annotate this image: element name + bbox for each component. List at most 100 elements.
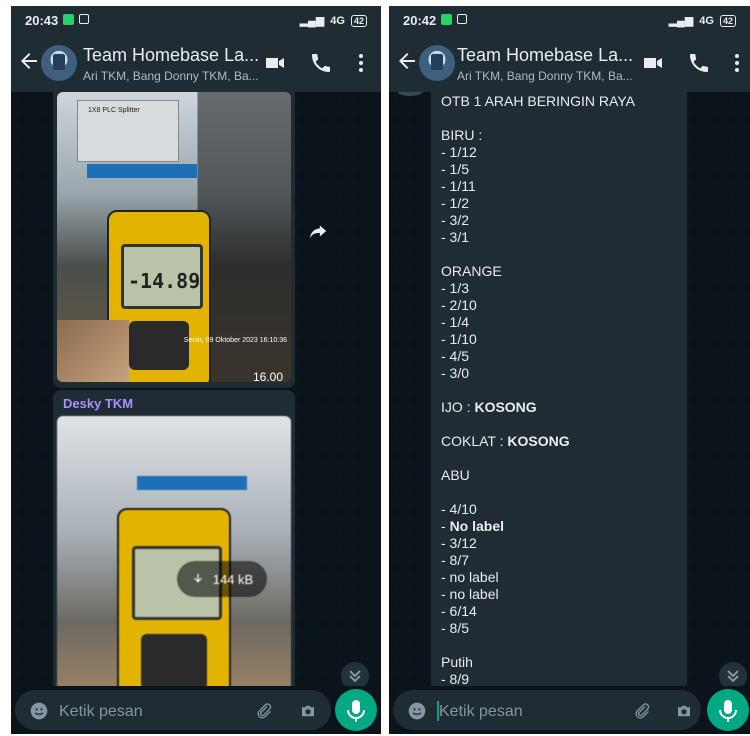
chat-participants[interactable]: Ari TKM, Bang Donny TKM, Ba... (83, 69, 259, 83)
group-avatar[interactable] (419, 45, 455, 81)
photo-timestamp: Senin, 09 Oktober 2023 16:10:36 (183, 337, 287, 344)
message-line: Putih (441, 654, 473, 670)
message-line (441, 382, 635, 399)
message-line (441, 110, 635, 127)
voice-record-button[interactable] (335, 689, 377, 731)
battery-icon: 42 (350, 14, 367, 27)
phone-icon[interactable] (687, 51, 711, 75)
sender-name[interactable]: Desky TKM (63, 396, 133, 411)
status-time: 20:43 (25, 13, 59, 28)
composer-bar-2: Ketik pesan (389, 686, 750, 734)
message-line: BIRU : (441, 127, 483, 143)
message-line (441, 450, 635, 467)
message-line (441, 637, 635, 654)
text-message-bubble[interactable]: OTB 1 ARAH BERINGIN RAYA BIRU :- 1/12- 1… (431, 92, 687, 686)
message-input-box[interactable]: Ketik pesan (15, 690, 331, 730)
double-chevron-down-icon (727, 670, 739, 683)
image-message-bubble[interactable]: 1X8 PLC Splitter -14.89 Senin, 09 Oktobe… (53, 92, 295, 388)
video-call-icon[interactable] (263, 51, 287, 75)
splitter-label: 1X8 PLC Splitter (88, 107, 140, 114)
sender-avatar[interactable] (397, 92, 423, 96)
chat-header: Team Homebase La... Ari TKM, Bang Donny … (11, 34, 381, 92)
splitter-measurement-photo[interactable]: 1X8 PLC Splitter -14.89 Senin, 09 Oktobe… (57, 92, 291, 382)
message-line: COKLAT : KOSONG (441, 433, 570, 449)
attach-icon[interactable] (255, 702, 273, 720)
phone-icon[interactable] (309, 51, 333, 75)
back-arrow-icon[interactable] (395, 49, 419, 73)
message-input[interactable]: Ketik pesan (439, 703, 523, 721)
emoji-icon[interactable] (29, 701, 49, 721)
instagram-notification-icon (79, 14, 89, 24)
signal-icon: ▂▄▆ (668, 15, 694, 27)
scroll-to-bottom-button[interactable] (341, 662, 369, 686)
right-phone-screen: 20:42 ▂▄▆ 4G 42 Team Homebase La... Ari … (389, 6, 750, 734)
video-call-icon[interactable] (641, 51, 665, 75)
photo-time-overlay: 16.00 (252, 370, 283, 382)
map-thumbnail (57, 320, 129, 382)
download-button[interactable]: 144 kB (177, 561, 267, 597)
message-line: - 1/12 (441, 144, 477, 160)
message-line (441, 416, 635, 433)
attach-icon[interactable] (633, 702, 651, 720)
camera-icon[interactable] (299, 702, 317, 720)
message-input[interactable]: Ketik pesan (59, 703, 143, 721)
message-line: - 2/10 (441, 297, 477, 313)
chat-header-2: Team Homebase La... Ari TKM, Bang Donny … (389, 34, 750, 92)
status-time-2: 20:42 (403, 13, 437, 28)
message-line (441, 246, 635, 263)
more-vertical-icon[interactable] (349, 51, 373, 75)
more-vertical-icon[interactable] (725, 51, 749, 75)
scroll-to-bottom-button[interactable] (719, 662, 747, 686)
connector-panel (87, 164, 197, 178)
message-line: ABU (441, 467, 470, 483)
message-line: - 1/4 (441, 314, 470, 330)
message-line: - no label (441, 586, 499, 602)
chat-title[interactable]: Team Homebase La... (457, 45, 633, 66)
mic-icon (719, 700, 737, 722)
message-input-box[interactable]: Ketik pesan (393, 690, 701, 730)
message-line: - 8/9 (441, 671, 470, 686)
status-bar-2: 20:42 ▂▄▆ 4G 42 (389, 6, 750, 34)
voice-record-button[interactable] (707, 689, 749, 731)
forward-icon[interactable] (307, 220, 329, 242)
instagram-notification-icon (457, 14, 467, 24)
download-size: 144 kB (212, 571, 254, 587)
download-icon (194, 573, 202, 583)
camera-icon[interactable] (675, 702, 693, 720)
message-line: - 8/5 (441, 620, 470, 636)
message-line: - No label (441, 518, 505, 534)
emoji-icon[interactable] (407, 701, 427, 721)
group-avatar[interactable] (41, 45, 77, 81)
message-line: - 4/10 (441, 501, 477, 517)
message-text[interactable]: OTB 1 ARAH BERINGIN RAYA BIRU :- 1/12- 1… (441, 93, 635, 686)
message-line: OTB 1 ARAH BERINGIN RAYA (441, 93, 635, 109)
meter-photo-blurred[interactable]: 144 kB (57, 416, 291, 686)
message-line: - 6/14 (441, 603, 477, 619)
chat-title[interactable]: Team Homebase La... (83, 45, 259, 66)
whatsapp-notification-icon (63, 14, 74, 25)
message-line: - 3/12 (441, 535, 477, 551)
composer-bar: Ketik pesan (11, 686, 381, 734)
message-line: - 4/5 (441, 348, 470, 364)
message-list[interactable]: 1X8 PLC Splitter -14.89 Senin, 09 Oktobe… (11, 92, 381, 686)
image-message-bubble-2[interactable]: Desky TKM 144 kB (53, 390, 295, 686)
double-chevron-down-icon (349, 670, 361, 683)
message-line: - 3/2 (441, 212, 470, 228)
message-line: - 8/7 (441, 552, 470, 568)
back-arrow-icon[interactable] (17, 49, 41, 73)
message-line: - 1/5 (441, 161, 470, 177)
mic-icon (347, 700, 365, 722)
message-line: - 1/3 (441, 280, 470, 296)
message-line: - 1/10 (441, 331, 477, 347)
meter-reading: -14.89 (128, 268, 201, 293)
message-line: - 3/1 (441, 229, 470, 245)
message-line: ORANGE (441, 263, 502, 279)
message-line: - 1/2 (441, 195, 470, 211)
message-line: IJO : KOSONG (441, 399, 537, 415)
whatsapp-notification-icon (441, 14, 452, 25)
network-label: 4G (699, 14, 714, 27)
message-line: - 1/11 (441, 178, 476, 194)
network-label: 4G (330, 14, 345, 27)
chat-participants[interactable]: Ari TKM, Bang Donny TKM, Ba... (457, 69, 633, 83)
message-list-2[interactable]: OTB 1 ARAH BERINGIN RAYA BIRU :- 1/12- 1… (389, 92, 750, 686)
